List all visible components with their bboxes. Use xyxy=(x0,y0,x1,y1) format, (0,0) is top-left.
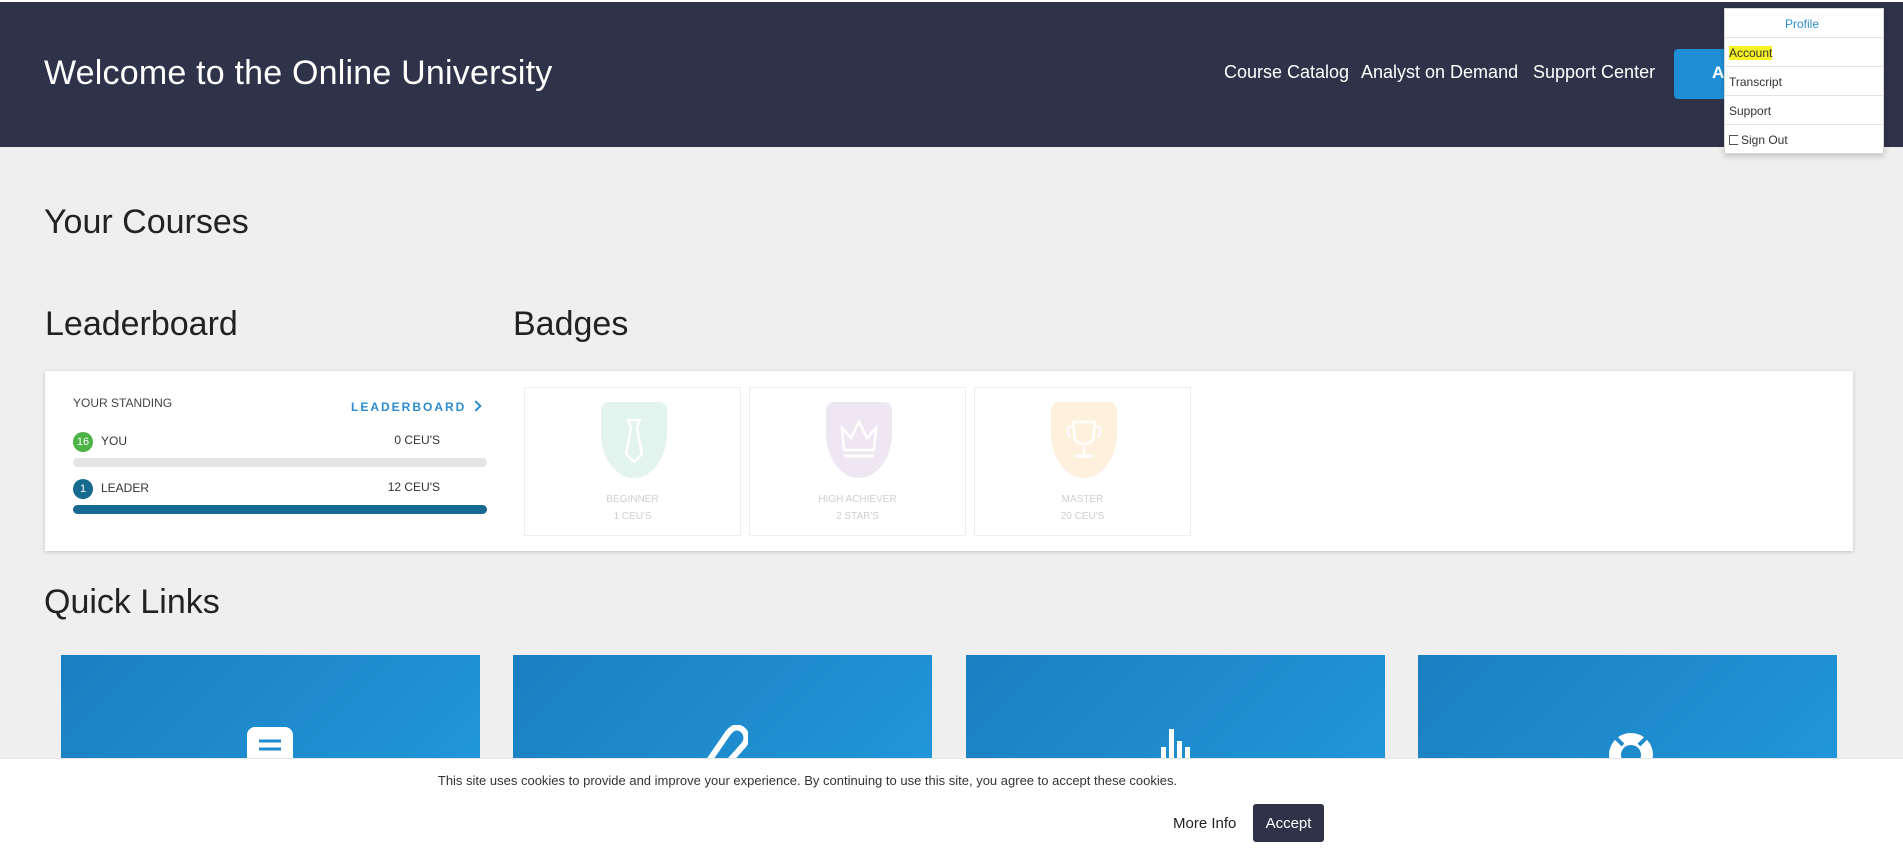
top-header: Welcome to the Online University Course … xyxy=(0,0,1903,147)
your-courses-heading: Your Courses xyxy=(44,203,249,241)
badge-beginner: BEGINNER 1 CEU'S xyxy=(524,387,741,536)
quick-link-documents[interactable] xyxy=(61,655,480,767)
you-label: YOU xyxy=(101,434,128,448)
leader-ceus: 12 CEU'S xyxy=(387,480,440,494)
quick-link-analytics[interactable] xyxy=(966,655,1385,765)
you-progress-bar xyxy=(73,458,487,467)
leader-label: LEADER xyxy=(101,481,150,495)
badge-master: MASTER 20 CEU'S xyxy=(974,387,1191,536)
sign-out-icon xyxy=(1729,135,1738,145)
nav-course-catalog[interactable]: Course Catalog xyxy=(1224,62,1349,83)
leaderboard-heading: Leaderboard xyxy=(45,305,238,343)
badge-master-name: MASTER xyxy=(1061,494,1104,505)
dropdown-item-sign-out[interactable]: Sign Out xyxy=(1725,125,1883,154)
badge-high-achiever: HIGH ACHIEVER 2 STAR'S xyxy=(749,387,966,536)
accept-cookies-button[interactable]: Accept xyxy=(1253,804,1324,842)
chevron-right-icon xyxy=(470,400,483,412)
quick-links-heading: Quick Links xyxy=(44,583,220,621)
dropdown-item-account[interactable]: Account xyxy=(1725,38,1883,67)
quick-link-support[interactable] xyxy=(1418,655,1837,777)
you-rank-badge: 16 xyxy=(73,432,93,452)
badge-high-achiever-name: HIGH ACHIEVER xyxy=(818,494,897,505)
profile-dropdown: Profile Account Transcript Support Sign … xyxy=(1724,8,1884,154)
nav-analyst-on-demand[interactable]: Analyst on Demand xyxy=(1361,62,1518,83)
tie-icon xyxy=(601,402,667,478)
badge-beginner-name: BEGINNER xyxy=(606,494,659,505)
site-title: Welcome to the Online University xyxy=(44,54,553,92)
leaderboard-link-label: LEADERBOARD xyxy=(351,400,467,414)
leader-rank-badge: 1 xyxy=(73,479,93,499)
leader-progress-bar xyxy=(73,505,487,514)
sign-out-label: Sign Out xyxy=(1741,133,1788,147)
badge-master-requirement: 20 CEU'S xyxy=(1060,511,1105,522)
your-standing-label: YOUR STANDING xyxy=(73,396,173,410)
badge-beginner-requirement: 1 CEU'S xyxy=(613,511,652,522)
leader-progress-fill xyxy=(73,505,487,514)
trophy-icon xyxy=(1051,402,1117,478)
badge-high-achiever-requirement: 2 STAR'S xyxy=(836,511,879,522)
quick-link-attachments[interactable] xyxy=(513,655,932,770)
leaderboard-link[interactable]: LEADERBOARD xyxy=(351,400,483,414)
you-ceus: 0 CEU'S xyxy=(394,433,440,447)
account-button-label: A xyxy=(1712,63,1725,82)
badges-heading: Badges xyxy=(513,305,629,343)
dropdown-item-support[interactable]: Support xyxy=(1725,96,1883,125)
more-info-link[interactable]: More Info xyxy=(1173,815,1236,832)
nav-support-center[interactable]: Support Center xyxy=(1533,62,1655,83)
crown-icon xyxy=(826,402,892,478)
dropdown-item-transcript[interactable]: Transcript xyxy=(1725,67,1883,96)
dropdown-header-profile[interactable]: Profile xyxy=(1725,9,1883,38)
cookie-notice-text: This site uses cookies to provide and im… xyxy=(437,773,1178,788)
cookie-banner: This site uses cookies to provide and im… xyxy=(0,758,1903,868)
dropdown-item-account-label: Account xyxy=(1729,46,1773,60)
leaderboard-badges-card: YOUR STANDING LEADERBOARD 16 YOU 0 CEU'S… xyxy=(45,371,1853,551)
